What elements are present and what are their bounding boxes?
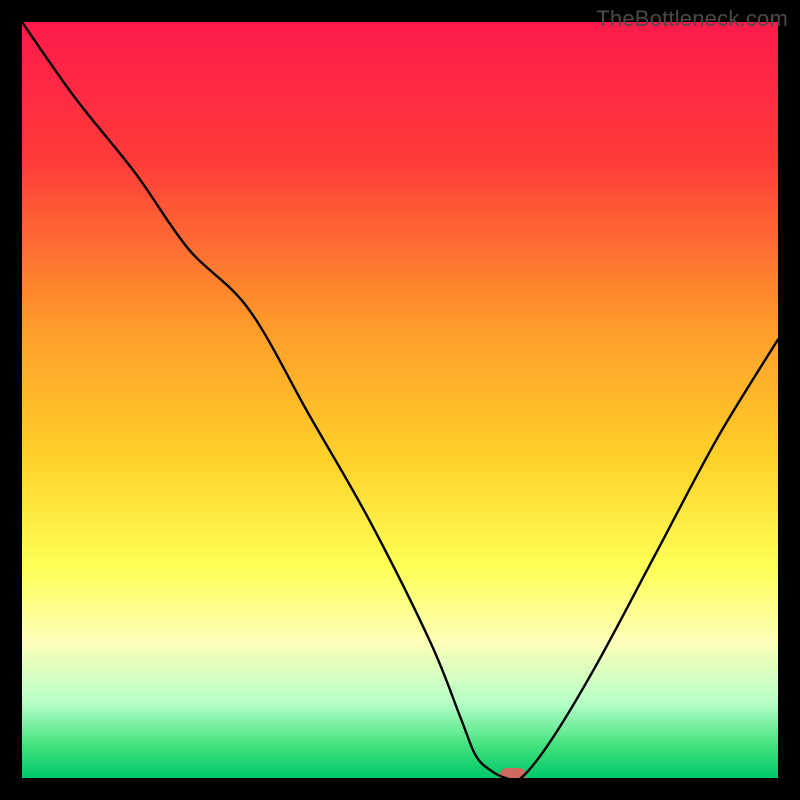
bottleneck-curve — [22, 22, 778, 778]
plot-area — [22, 22, 778, 778]
watermark-text: TheBottleneck.com — [596, 6, 788, 32]
chart-frame: TheBottleneck.com — [0, 0, 800, 800]
